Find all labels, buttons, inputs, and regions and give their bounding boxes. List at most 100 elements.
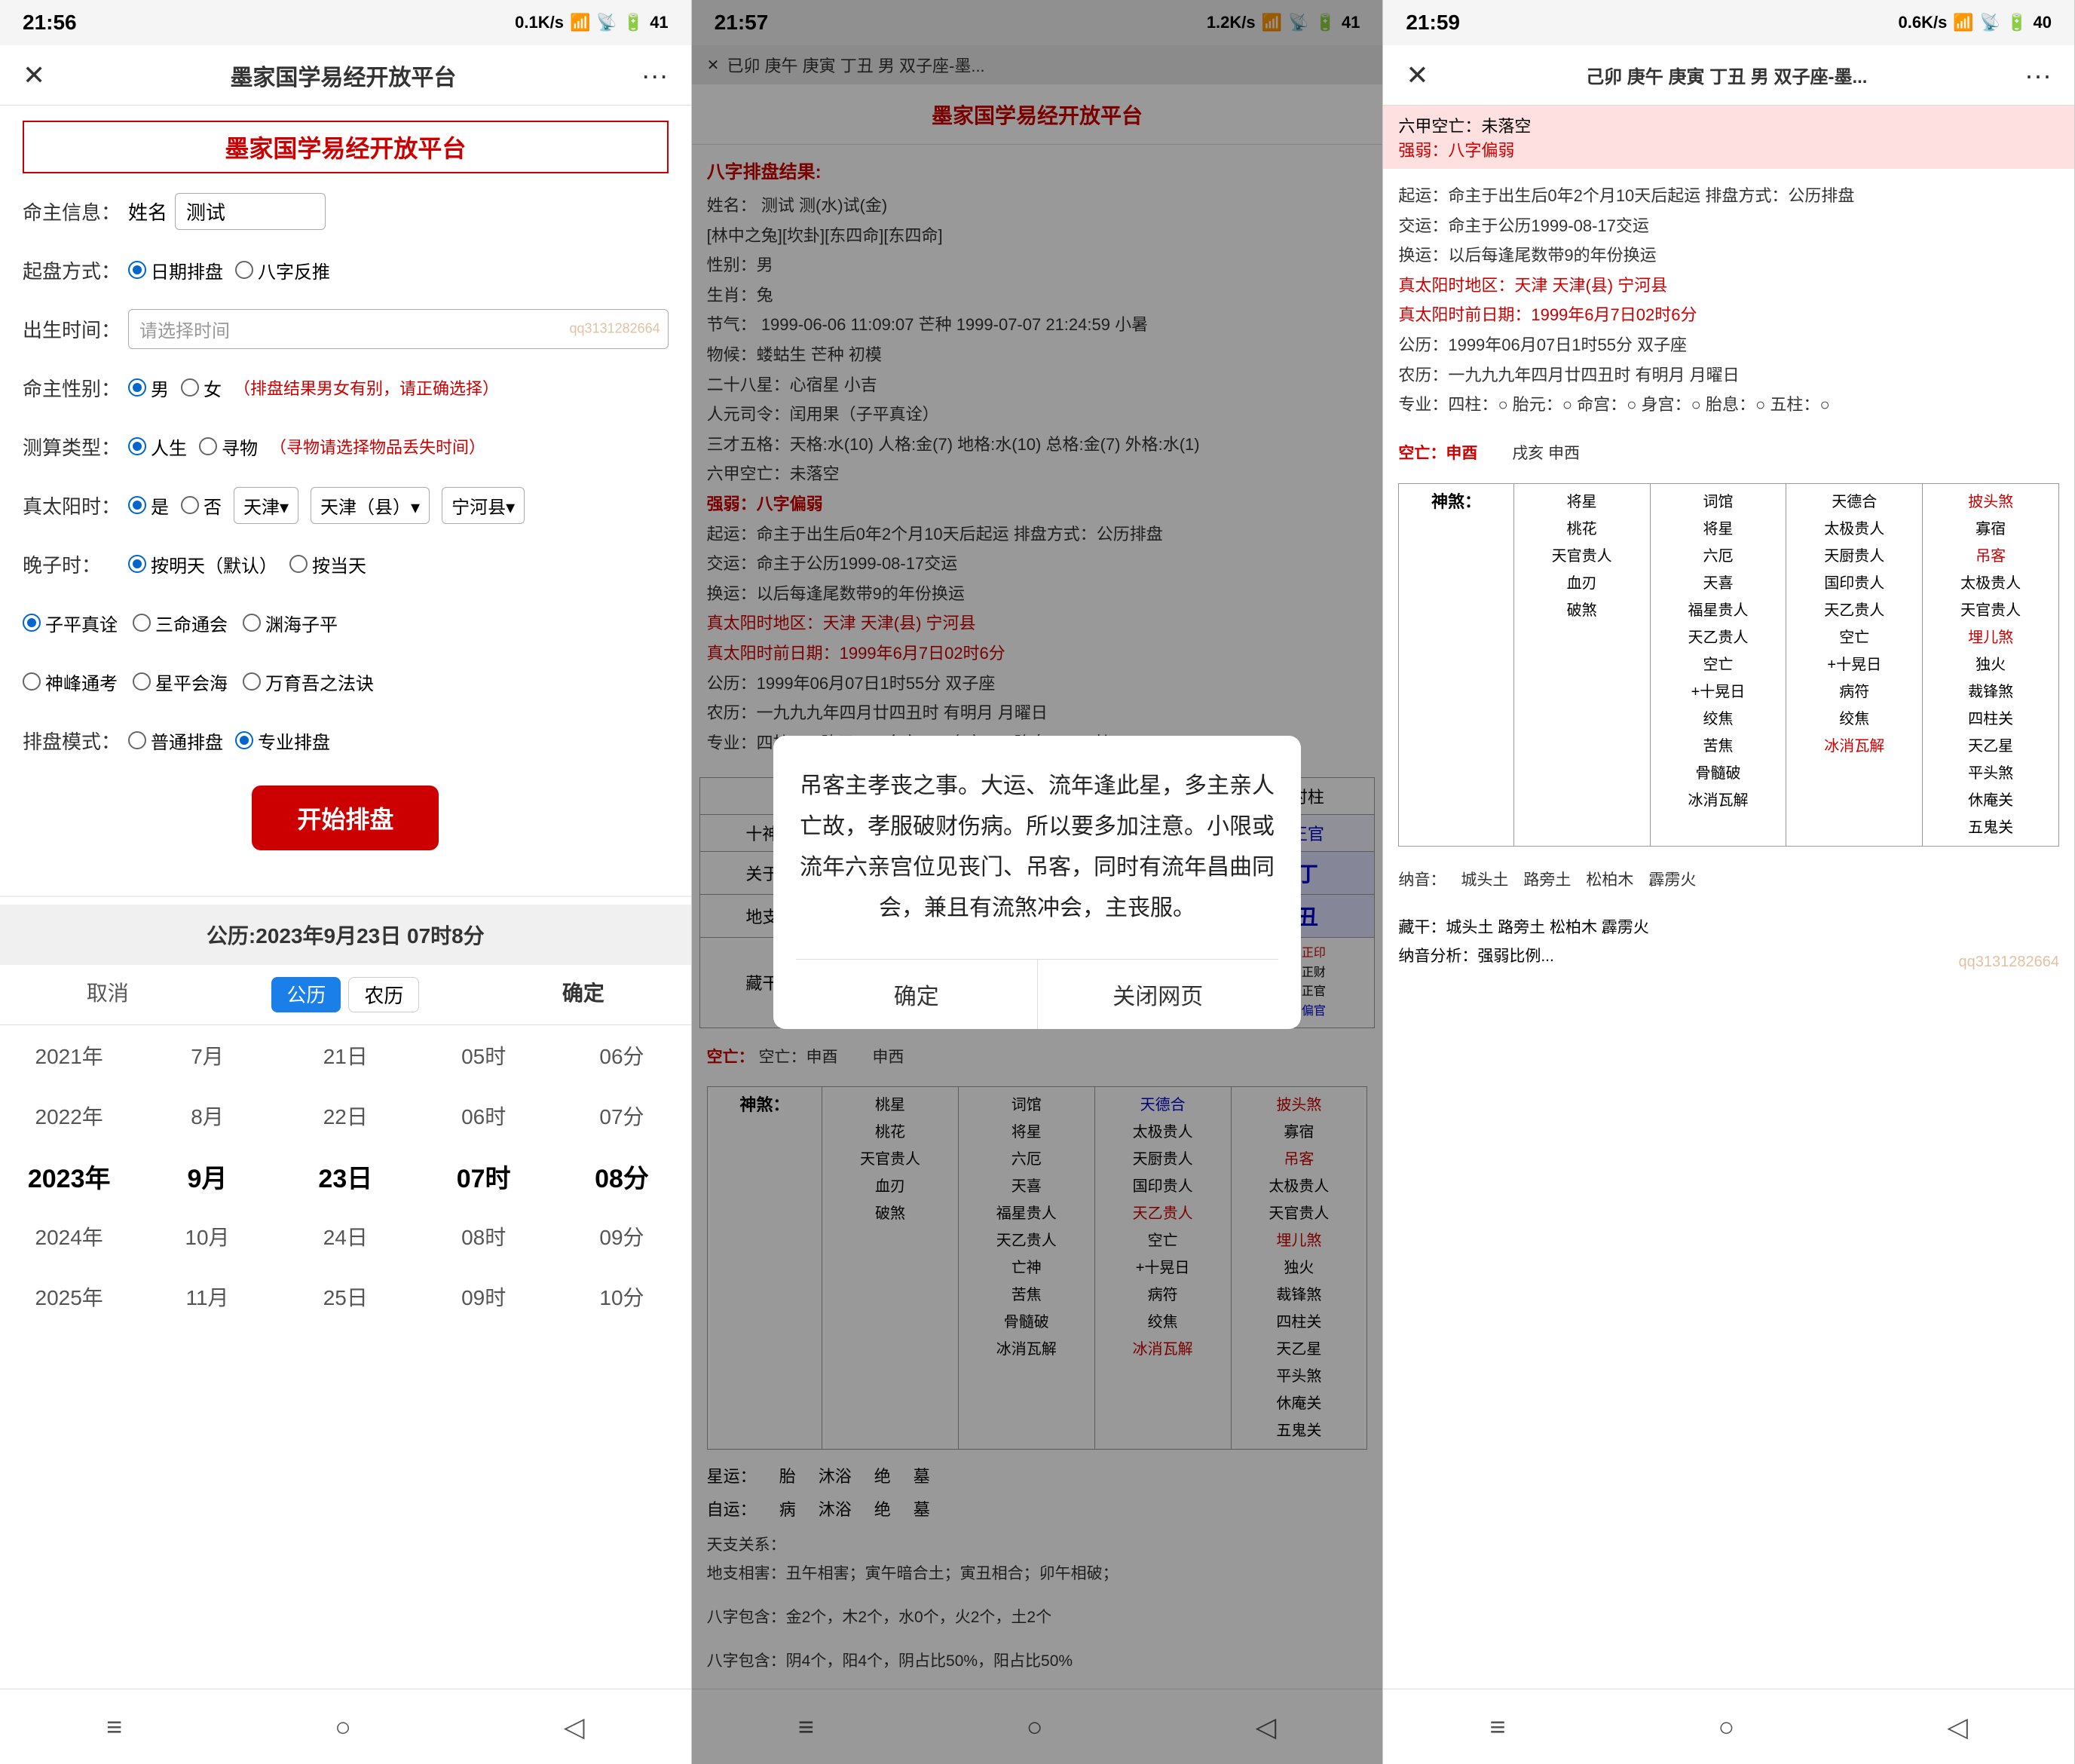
night-today-item[interactable]: 按当天: [289, 551, 366, 577]
mode-normal-item[interactable]: 普通排盘: [128, 727, 223, 754]
wanyu-item[interactable]: 万育吾之法诀: [243, 669, 374, 695]
nav-home-phone3[interactable]: ○: [1718, 1711, 1734, 1743]
minute-item-4[interactable]: 10分: [552, 1266, 690, 1327]
month-item-2[interactable]: 9月: [138, 1146, 276, 1206]
radio-reverse-circle[interactable]: [235, 261, 253, 279]
hour-item-2[interactable]: 07时: [415, 1146, 552, 1206]
type-row: 测算类型： 人生 寻物 （寻物请选择物品丢失时间）: [23, 424, 669, 469]
day-item-4[interactable]: 25日: [277, 1266, 415, 1327]
mode-normal-circle[interactable]: [128, 731, 146, 749]
year-item-1[interactable]: 2022年: [0, 1086, 138, 1146]
night-default-circle[interactable]: [128, 555, 146, 573]
calendar-toggle: 公历 农历: [271, 977, 419, 1012]
month-column[interactable]: 7月 8月 9月 10月 11月: [138, 1025, 276, 1327]
minute-column[interactable]: 06分 07分 08分 09分 10分: [552, 1025, 690, 1327]
type-life-circle[interactable]: [128, 437, 146, 455]
gender-male-circle[interactable]: [128, 378, 146, 397]
month-item-1[interactable]: 8月: [138, 1086, 276, 1146]
night-default-label: 按明天（默认）: [151, 551, 277, 577]
year-item-0[interactable]: 2021年: [0, 1025, 138, 1086]
minute-item-1[interactable]: 07分: [552, 1086, 690, 1146]
gender-female-circle[interactable]: [181, 378, 199, 397]
day-item-2[interactable]: 23日: [277, 1146, 415, 1206]
true-zi-circle[interactable]: [23, 614, 41, 632]
haizi-item[interactable]: 渊海子平: [243, 610, 338, 636]
cancel-btn[interactable]: 取消: [87, 977, 129, 1012]
county-select[interactable]: 天津（县）▾: [311, 487, 430, 524]
nav-back-phone3[interactable]: ◁: [1947, 1711, 1968, 1743]
type-life-item[interactable]: 人生: [128, 433, 187, 460]
night-default-item[interactable]: 按明天（默认）: [128, 551, 277, 577]
hour-item-3[interactable]: 08时: [415, 1206, 552, 1266]
sun-yes-circle[interactable]: [128, 496, 146, 514]
shenfeng-circle[interactable]: [23, 672, 41, 691]
gender-control: 男 女 （排盘结果男女有别，请正确选择）: [128, 375, 669, 401]
gender-female-item[interactable]: 女: [181, 375, 222, 401]
year-item-4[interactable]: 2025年: [0, 1266, 138, 1327]
close-button-phone1[interactable]: ✕: [23, 60, 45, 91]
haizi-circle[interactable]: [243, 614, 261, 632]
day-column[interactable]: 21日 22日 23日 24日 25日: [277, 1025, 415, 1327]
year-column[interactable]: 2021年 2022年 2023年 2024年 2025年: [0, 1025, 138, 1327]
birth-time-label: 出生时间：: [23, 315, 128, 343]
nav-menu-phone1[interactable]: ≡: [106, 1711, 122, 1743]
city-select[interactable]: 天津▾: [234, 487, 298, 524]
radio-date-item[interactable]: 日期排盘: [128, 257, 223, 283]
more-button-phone3[interactable]: ···: [2025, 60, 2052, 91]
san-ming-circle[interactable]: [133, 614, 151, 632]
day-item-0[interactable]: 21日: [277, 1025, 415, 1086]
type-lost-item[interactable]: 寻物: [199, 433, 258, 460]
start-button[interactable]: 开始排盘: [252, 786, 439, 850]
gender-male-item[interactable]: 男: [128, 375, 169, 401]
wanyu-circle[interactable]: [243, 672, 261, 691]
district-select[interactable]: 宁河县▾: [442, 487, 525, 524]
time-phone3: 21:59: [1406, 11, 1460, 35]
app-header-phone1: ✕ 墨家国学易经开放平台 ···: [0, 45, 691, 106]
lunar-btn[interactable]: 公历: [271, 977, 341, 1012]
dialog-confirm-btn[interactable]: 确定: [796, 960, 1038, 1029]
type-lost-circle[interactable]: [199, 437, 217, 455]
nav-home-phone1[interactable]: ○: [335, 1711, 351, 1743]
nav-back-phone1[interactable]: ◁: [564, 1711, 585, 1743]
year-item-3[interactable]: 2024年: [0, 1206, 138, 1266]
status-icons-phone1: 0.1K/s 📶 📡 🔋 41: [515, 13, 669, 32]
xingping-item[interactable]: 星平会海: [133, 669, 228, 695]
month-item-4[interactable]: 11月: [138, 1266, 276, 1327]
shenfeng-item[interactable]: 神峰通考: [23, 669, 118, 695]
sun-no-item[interactable]: 否: [181, 492, 222, 519]
na-yin-section: 纳音： 城头土 路旁土 松柏木 霹雳火: [1383, 854, 2074, 907]
confirm-btn[interactable]: 确定: [562, 977, 604, 1012]
minute-item-0[interactable]: 06分: [552, 1025, 690, 1086]
lunar-btn2[interactable]: 农历: [348, 977, 419, 1012]
hour-item-1[interactable]: 06时: [415, 1086, 552, 1146]
master-info-control: 姓名: [128, 193, 669, 230]
mode-pro-circle[interactable]: [235, 731, 253, 749]
radio-reverse-item[interactable]: 八字反推: [235, 257, 330, 283]
month-item-0[interactable]: 7月: [138, 1025, 276, 1086]
mode-pro-item[interactable]: 专业排盘: [235, 727, 330, 754]
name-input[interactable]: [175, 193, 326, 230]
true-zi-item[interactable]: 子平真诠: [23, 610, 118, 636]
dialog-close-btn[interactable]: 关闭网页: [1038, 960, 1279, 1029]
nav-menu-phone3[interactable]: ≡: [1489, 1711, 1505, 1743]
san-ming-item[interactable]: 三命通会: [133, 610, 228, 636]
night-today-circle[interactable]: [289, 555, 308, 573]
hour-item-0[interactable]: 05时: [415, 1025, 552, 1086]
year-item-2[interactable]: 2023年: [0, 1146, 138, 1206]
sun-yes-item[interactable]: 是: [128, 492, 169, 519]
day-item-1[interactable]: 22日: [277, 1086, 415, 1146]
hour-column[interactable]: 05时 06时 07时 08时 09时: [415, 1025, 552, 1327]
method-row1: 子平真诠 三命通会 渊海子平: [23, 600, 669, 645]
hour-item-4[interactable]: 09时: [415, 1266, 552, 1327]
minute-item-3[interactable]: 09分: [552, 1206, 690, 1266]
sun-no-circle[interactable]: [181, 496, 199, 514]
close-button-phone3[interactable]: ✕: [1406, 60, 1428, 91]
xingping-circle[interactable]: [133, 672, 151, 691]
more-button-phone1[interactable]: ···: [641, 60, 669, 91]
day-item-3[interactable]: 24日: [277, 1206, 415, 1266]
radio-date-circle[interactable]: [128, 261, 146, 279]
minute-item-2[interactable]: 08分: [552, 1146, 690, 1206]
birth-time-input[interactable]: 请选择时间 qq3131282664: [128, 309, 669, 349]
month-item-3[interactable]: 10月: [138, 1206, 276, 1266]
wifi-icon: 📡: [596, 13, 617, 32]
